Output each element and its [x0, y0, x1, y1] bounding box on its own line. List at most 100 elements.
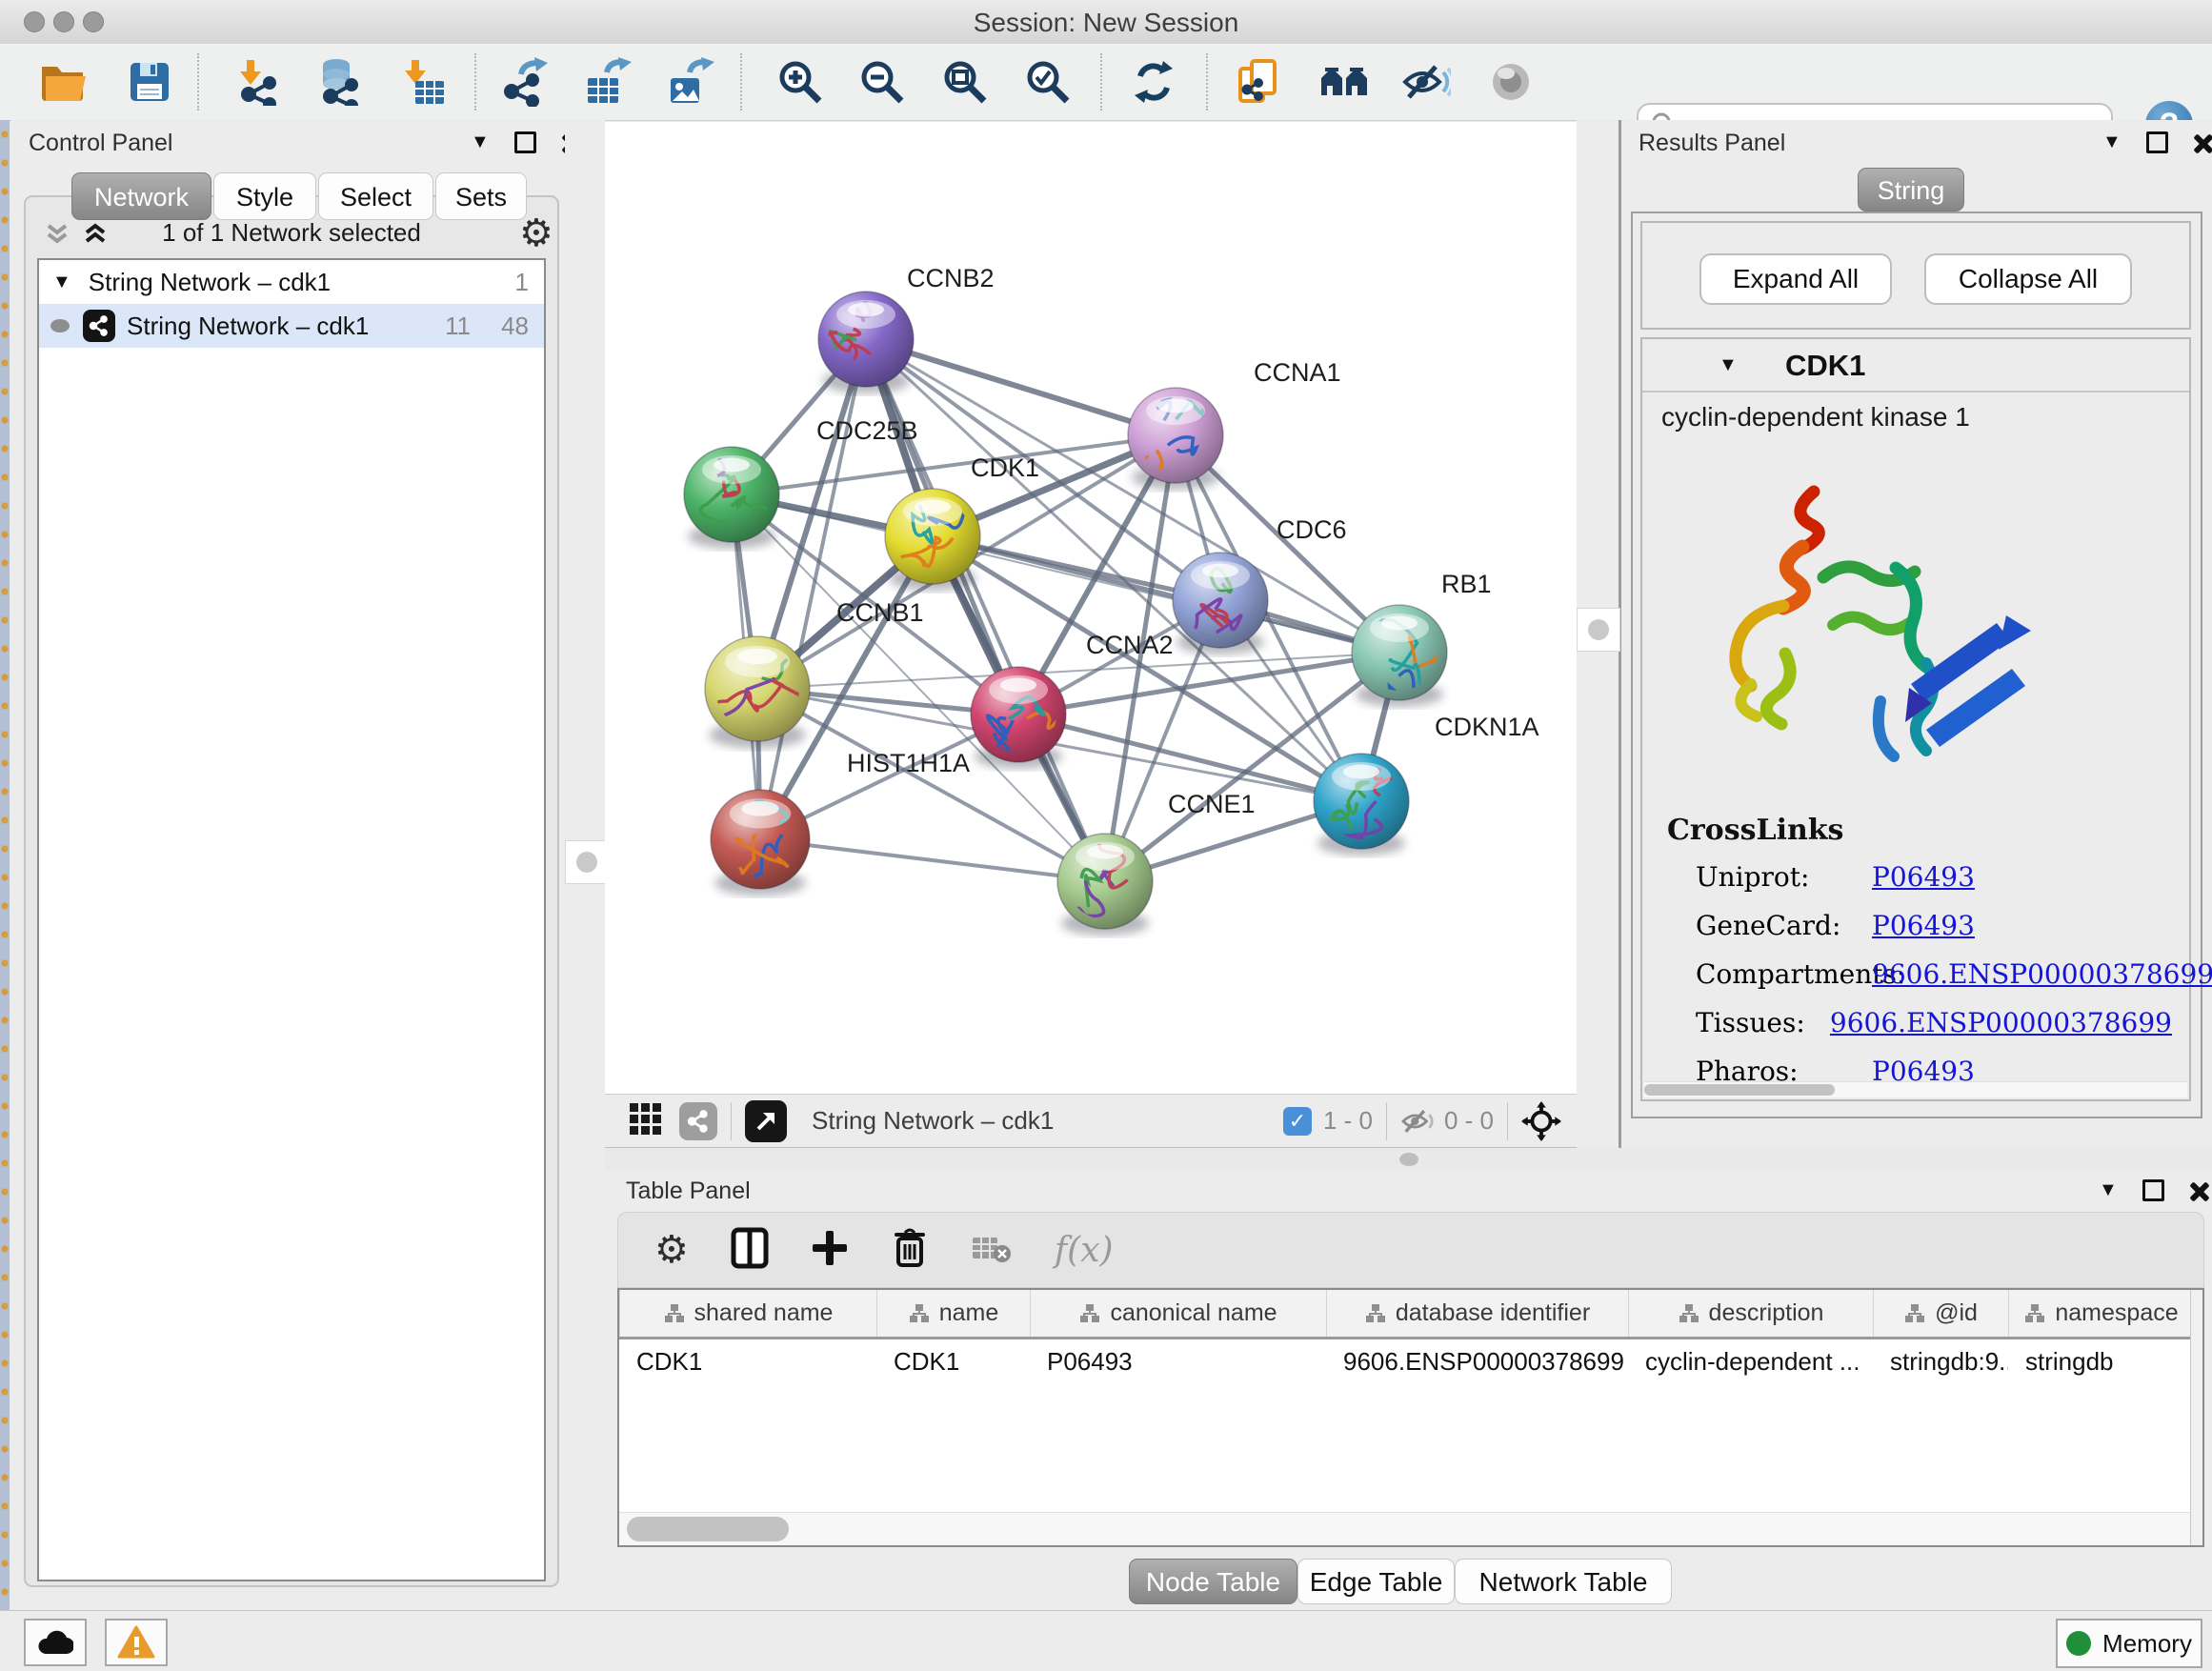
tab-string[interactable]: String — [1858, 168, 1964, 211]
table-panel-float-icon[interactable] — [2142, 1179, 2164, 1201]
zoom-in-icon[interactable] — [774, 55, 827, 109]
network-tree-root-row[interactable]: ▼ String Network – cdk1 1 — [39, 260, 544, 304]
tab-edge-table[interactable]: Edge Table — [1297, 1559, 1455, 1604]
houses-icon[interactable] — [1317, 55, 1371, 109]
cloud-icon — [37, 1629, 73, 1656]
hide-selected-eye-slash-icon[interactable] — [1399, 55, 1453, 109]
table-panel-collapse-icon[interactable]: ▼ — [2099, 1179, 2118, 1201]
delete-table-icon[interactable] — [971, 1232, 1013, 1269]
memory-status-dot — [2066, 1631, 2091, 1656]
network-options-gear-icon[interactable]: ⚙ — [519, 214, 553, 252]
zoom-selected-icon[interactable] — [1021, 55, 1075, 109]
add-column-icon[interactable] — [811, 1229, 849, 1272]
network-node-rb1[interactable] — [1352, 605, 1447, 707]
column-header-id[interactable]: @id — [1873, 1290, 2008, 1337]
network-view-title: String Network – cdk1 — [812, 1106, 1054, 1136]
left-splitter-handle[interactable] — [565, 840, 609, 884]
tab-network[interactable]: Network — [71, 172, 211, 220]
memory-button[interactable]: Memory — [2056, 1619, 2202, 1668]
open-session-icon[interactable] — [37, 55, 90, 109]
column-header-databaseidentifier[interactable]: database identifier — [1326, 1290, 1628, 1337]
string-results-container: Expand All Collapse All ▼ CDK1 cyclin-de… — [1631, 211, 2202, 1118]
network-node-hist1h1a[interactable] — [711, 781, 810, 896]
network-node-ccnb2[interactable] — [806, 276, 914, 393]
selected-checkbox-icon[interactable]: ✓ — [1283, 1107, 1312, 1136]
table-cell: stringdb:9... — [1873, 1339, 2008, 1383]
zoom-fit-icon[interactable] — [938, 55, 992, 109]
tab-node-table[interactable]: Node Table — [1129, 1559, 1297, 1604]
network-node-cdk1[interactable] — [885, 489, 980, 591]
control-panel-float-icon[interactable] — [514, 131, 536, 153]
title-bar: Session: New Session — [0, 0, 2212, 45]
warning-button[interactable] — [105, 1619, 168, 1666]
node-label: RB1 — [1441, 570, 1492, 598]
network-canvas[interactable]: CCNB2CCNA1CDC25BCDK1CDC6RB1CCNB1CCNA2CDK… — [605, 122, 1577, 1094]
network-node-ccne1[interactable] — [1057, 834, 1153, 936]
horizontal-splitter-handle[interactable] — [1399, 1153, 1418, 1166]
control-panel-collapse-icon[interactable]: ▼ — [471, 131, 490, 153]
tree-expand-icon[interactable]: ▼ — [52, 272, 71, 293]
table-panel-close-icon[interactable] — [2189, 1181, 2208, 1200]
tab-sets[interactable]: Sets — [435, 172, 527, 220]
right-splitter-handle[interactable] — [1577, 608, 1620, 652]
import-table-from-file-icon[interactable] — [396, 55, 450, 109]
column-header-sharedname[interactable]: shared name — [619, 1290, 876, 1337]
table-panel-title: Table Panel — [626, 1178, 751, 1205]
crosslink-link[interactable]: 9606.ENSP00000378699 — [1872, 958, 2212, 990]
zoom-out-icon[interactable] — [855, 55, 909, 109]
import-network-from-file-icon[interactable] — [231, 55, 285, 109]
delete-column-trash-icon[interactable] — [891, 1227, 929, 1274]
table-horizontal-scrollbar[interactable] — [619, 1512, 2193, 1545]
results-panel-float-icon[interactable] — [2146, 131, 2168, 153]
duplicate-network-icon[interactable] — [1233, 55, 1286, 109]
birdseye-crosshair-icon[interactable] — [1521, 1101, 1561, 1141]
expand-all-button[interactable]: Expand All — [1699, 253, 1892, 305]
tab-style[interactable]: Style — [213, 172, 316, 220]
right-splitter — [1577, 120, 1621, 1148]
save-session-icon[interactable] — [123, 55, 176, 109]
import-network-from-database-icon[interactable] — [312, 55, 365, 109]
export-network-icon[interactable] — [498, 55, 552, 109]
network-node-cdkn1a[interactable] — [1314, 754, 1409, 856]
network-tree-row-selected[interactable]: String Network – cdk1 11 48 — [39, 304, 544, 348]
column-header-namespace[interactable]: namespace — [2008, 1290, 2194, 1337]
table-scrollbar-thumb[interactable] — [627, 1517, 789, 1541]
network-edge[interactable] — [760, 839, 1105, 881]
left-splitter — [565, 120, 605, 1589]
table-cell: CDK1 — [876, 1339, 1030, 1383]
gene-collapse-icon[interactable]: ▼ — [1719, 354, 1738, 376]
show-graphics-details-icon[interactable] — [1484, 55, 1538, 109]
table-panel: Table Panel ▼ ⚙ f(x) shared namenamecano… — [605, 1170, 2212, 1610]
gene-section-header[interactable]: ▼ CDK1 — [1642, 339, 2189, 393]
export-image-icon[interactable] — [663, 55, 716, 109]
tab-select[interactable]: Select — [318, 172, 433, 220]
apply-layout-icon[interactable] — [1127, 55, 1180, 109]
tab-network-table[interactable]: Network Table — [1455, 1559, 1672, 1604]
cloud-button[interactable] — [24, 1619, 87, 1666]
table-vertical-scrollbar[interactable] — [2190, 1290, 2202, 1545]
network-node-ccna2[interactable] — [971, 667, 1071, 769]
results-horizontal-scrollbar[interactable] — [1644, 1081, 2187, 1097]
collapse-all-button[interactable]: Collapse All — [1924, 253, 2132, 305]
show-columns-icon[interactable] — [731, 1227, 769, 1274]
crosslink-row: GeneCard:P06493 — [1696, 910, 2172, 941]
crosslink-link[interactable]: 9606.ENSP00000378699 — [1830, 1007, 2172, 1038]
export-table-icon[interactable] — [580, 55, 633, 109]
results-panel-collapse-icon[interactable]: ▼ — [2102, 131, 2122, 153]
crosslink-link[interactable]: P06493 — [1872, 861, 1975, 893]
column-header-description[interactable]: description — [1628, 1290, 1873, 1337]
results-panel-close-icon[interactable] — [2193, 133, 2212, 152]
function-builder-icon[interactable]: f(x) — [1055, 1231, 1114, 1270]
network-node-ccnb1[interactable] — [700, 620, 816, 749]
grid-view-icon[interactable] — [628, 1101, 662, 1140]
results-panel: Results Panel ▼ String Expand All Collap… — [1621, 120, 2212, 1170]
table-row[interactable]: CDK1CDK1P064939606.ENSP00000378699cyclin… — [619, 1339, 2202, 1383]
network-share-icon[interactable] — [679, 1102, 717, 1140]
network-node-ccna1[interactable] — [1128, 381, 1223, 490]
table-options-gear-icon[interactable]: ⚙ — [654, 1231, 689, 1269]
column-header-canonicalname[interactable]: canonical name — [1030, 1290, 1326, 1337]
detach-view-icon[interactable] — [745, 1100, 787, 1142]
network-node-cdc6[interactable] — [1173, 553, 1268, 654]
column-header-name[interactable]: name — [876, 1290, 1030, 1337]
crosslink-link[interactable]: P06493 — [1872, 910, 1975, 941]
